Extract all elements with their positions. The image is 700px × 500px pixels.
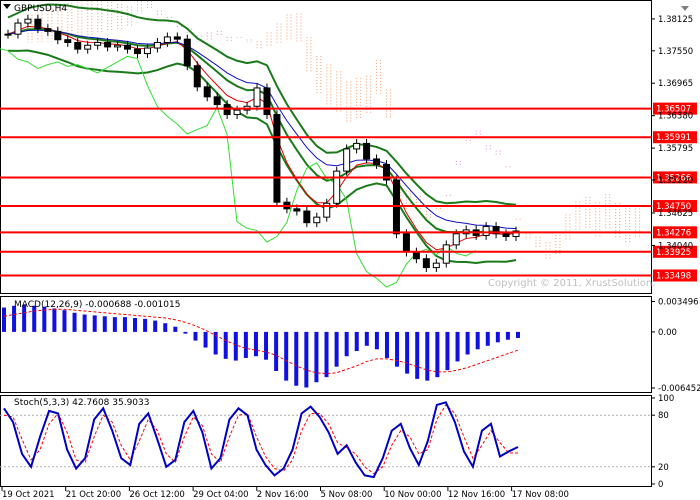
stoch-tick-label: 80 xyxy=(658,411,669,421)
candle-body xyxy=(193,65,201,88)
macd-tick-label: 0.003496 xyxy=(658,298,699,308)
level-label: 1.34276 xyxy=(656,228,691,238)
candle-body xyxy=(14,22,22,35)
price-tick-label: 1.38125 xyxy=(658,15,693,25)
stoch-tick-label: 100 xyxy=(658,394,674,404)
time-tick-label: 2 Nov 16:00 xyxy=(257,490,309,500)
candle-body xyxy=(153,41,161,49)
candle-body xyxy=(143,47,151,55)
candle-body xyxy=(333,170,341,204)
candle-body xyxy=(4,33,12,36)
candle-body xyxy=(343,148,351,172)
candle-body xyxy=(432,262,440,269)
candle-body xyxy=(293,208,301,212)
top-right-arrow-icon[interactable] xyxy=(681,6,689,11)
candle-body xyxy=(273,114,281,203)
time-tick-label: 10 Nov 00:00 xyxy=(384,490,441,500)
stoch-panel[interactable] xyxy=(0,395,652,487)
stoch-tick-label: 0 xyxy=(658,480,663,490)
candle-body xyxy=(104,41,112,48)
macd-label: MACD(12,26,9) -0.000688 -0.001015 xyxy=(14,300,180,310)
price-tick-label: 1.35220 xyxy=(658,176,693,186)
time-tick-label: 5 Nov 08:00 xyxy=(321,490,373,500)
level-label: 1.35991 xyxy=(656,133,691,143)
candle-body xyxy=(263,87,271,116)
candle-body xyxy=(233,109,241,116)
candle-body xyxy=(422,258,430,269)
candle-body xyxy=(353,142,361,150)
candle-body xyxy=(502,233,510,238)
price-tick-label: 1.37550 xyxy=(658,47,693,57)
copyright-text: Copyright © 2011, XrustSolution. xyxy=(488,278,655,289)
candle-body xyxy=(114,44,122,48)
candle-body xyxy=(402,233,410,253)
candle-body xyxy=(452,233,460,246)
candle-body xyxy=(303,210,311,224)
candle-body xyxy=(74,41,82,50)
price-tick-label: 1.35795 xyxy=(658,144,693,154)
time-tick-label: 19 Oct 2021 xyxy=(2,490,55,500)
level-label: 1.33498 xyxy=(656,271,691,281)
candle-body xyxy=(133,48,141,55)
time-tick-label: 26 Oct 12:00 xyxy=(129,490,184,500)
candle-body xyxy=(54,30,62,41)
stoch-label: Stoch(5,3,3) 42.7608 35.9033 xyxy=(14,398,149,408)
time-tick-label: 29 Oct 04:00 xyxy=(193,490,248,500)
stoch-tick-label: 20 xyxy=(658,463,669,473)
macd-tick-label: 0.00 xyxy=(658,328,677,338)
candle-body xyxy=(183,38,191,67)
candle-body xyxy=(94,41,102,46)
candle-body xyxy=(213,96,221,106)
candle-body xyxy=(163,36,171,43)
candle-body xyxy=(442,244,450,264)
candle-body xyxy=(64,39,72,43)
candle-body xyxy=(34,18,42,30)
candle-body xyxy=(253,87,261,107)
macd-tick-label: -0.006452 xyxy=(658,384,700,394)
time-tick-label: 17 Nov 08:00 xyxy=(512,490,569,500)
candle-body xyxy=(313,216,321,224)
symbol-label: GBPUSD,H4 xyxy=(14,4,67,14)
trading-chart[interactable]: 1.365071.359911.352661.347501.342761.339… xyxy=(0,0,700,500)
time-axis: 19 Oct 2021 21 Oct 20:00 26 Oct 12:00 29 Oc… xyxy=(1,487,569,500)
candle-body xyxy=(482,226,490,236)
price-tick-label: 1.34040 xyxy=(658,241,693,251)
candle-body xyxy=(363,142,371,160)
price-tick-label: 1.34625 xyxy=(658,209,693,219)
candle-body xyxy=(412,251,420,260)
candle-body xyxy=(124,44,132,50)
price-tick-label: 1.36965 xyxy=(658,79,693,89)
candle-body xyxy=(24,18,32,24)
candle-body xyxy=(173,36,181,40)
price-tick-label: 1.36380 xyxy=(658,112,693,122)
time-tick-label: 12 Nov 16:00 xyxy=(448,490,505,500)
candle-body xyxy=(203,86,211,98)
candle-body xyxy=(373,158,381,165)
candle-body xyxy=(44,28,52,32)
time-tick-label: 21 Oct 20:00 xyxy=(66,490,121,500)
candle-body xyxy=(84,44,92,50)
